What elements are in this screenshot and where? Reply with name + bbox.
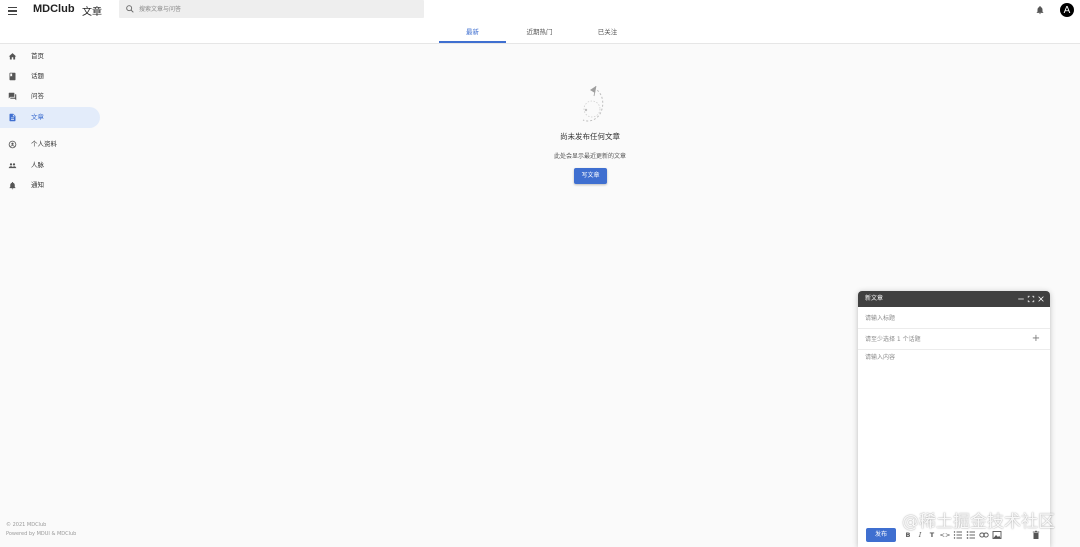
sidebar-item-topics[interactable]: 话题 xyxy=(0,66,100,87)
copyright-text: © 2021 MDClub xyxy=(6,522,47,528)
sidebar-item-notifications[interactable]: 通知 xyxy=(0,175,100,196)
topic-selector-input[interactable] xyxy=(865,333,1043,345)
account-circle-icon xyxy=(8,140,17,149)
bell-icon xyxy=(9,181,16,190)
sidebar-item-label: 通知 xyxy=(31,181,44,189)
sidebar-item-articles[interactable]: 文章 xyxy=(0,107,100,128)
article-icon xyxy=(9,113,16,122)
sidebar-footer: © 2021 MDClub Powered by MDUI & MDClub xyxy=(6,521,76,539)
people-icon xyxy=(8,163,17,169)
sidebar-item-label: 首页 xyxy=(31,52,44,60)
fullscreen-icon[interactable] xyxy=(1027,295,1035,303)
editor-divider xyxy=(858,349,1050,350)
sidebar-item-label: 个人资料 xyxy=(31,140,57,148)
sidebar-item-label: 文章 xyxy=(31,113,44,121)
sidebar-item-label: 话题 xyxy=(31,72,44,80)
notification-bell-icon[interactable] xyxy=(1035,5,1045,15)
search-input[interactable] xyxy=(139,3,409,15)
forum-icon xyxy=(8,92,17,101)
search-bar[interactable] xyxy=(119,0,424,18)
minimize-icon[interactable] xyxy=(1017,295,1025,303)
tab-following[interactable]: 已关注 xyxy=(574,22,641,43)
write-article-button[interactable]: 写文章 xyxy=(574,168,607,184)
sidebar-item-label: 人脉 xyxy=(31,161,44,169)
tab-bar: 最新 近期热门 已关注 xyxy=(0,22,1080,44)
editor-title: 新文章 xyxy=(865,295,884,302)
brand-logo[interactable]: MDClub xyxy=(33,3,75,15)
powered-by-text: Powered by MDUI & MDClub xyxy=(6,531,77,537)
editor-divider xyxy=(858,328,1050,329)
article-title-input[interactable] xyxy=(865,312,1043,324)
app-bar: MDClub 文章 A xyxy=(0,0,1080,22)
sidebar-item-label: 问答 xyxy=(31,92,44,100)
editor-header: 新文章 xyxy=(858,291,1050,307)
empty-illustration-icon xyxy=(582,85,604,122)
user-avatar[interactable]: A xyxy=(1060,3,1074,17)
empty-state-title: 尚未发布任何文章 xyxy=(560,132,620,141)
sidebar-item-contacts[interactable]: 人脉 xyxy=(0,155,100,176)
close-icon[interactable] xyxy=(1037,295,1045,303)
menu-icon[interactable] xyxy=(6,4,20,18)
watermark: @稀土掘金技术社区 xyxy=(902,512,1055,532)
empty-state-subtitle: 此处会显示最近更新的文章 xyxy=(553,153,626,160)
search-icon xyxy=(126,5,134,13)
sidebar-item-questions[interactable]: 问答 xyxy=(0,86,100,107)
book-icon xyxy=(9,72,16,81)
tab-hot[interactable]: 近期热门 xyxy=(506,22,573,43)
publish-button[interactable]: 发布 xyxy=(866,528,896,542)
sidebar-item-profile[interactable]: 个人资料 xyxy=(0,134,100,155)
add-topic-button[interactable]: + xyxy=(1030,333,1042,345)
home-icon xyxy=(8,53,17,60)
page-title: 文章 xyxy=(82,7,102,18)
sidebar-item-home[interactable]: 首页 xyxy=(0,46,100,67)
article-content-textarea[interactable] xyxy=(865,352,1043,522)
tab-latest[interactable]: 最新 xyxy=(439,22,506,43)
